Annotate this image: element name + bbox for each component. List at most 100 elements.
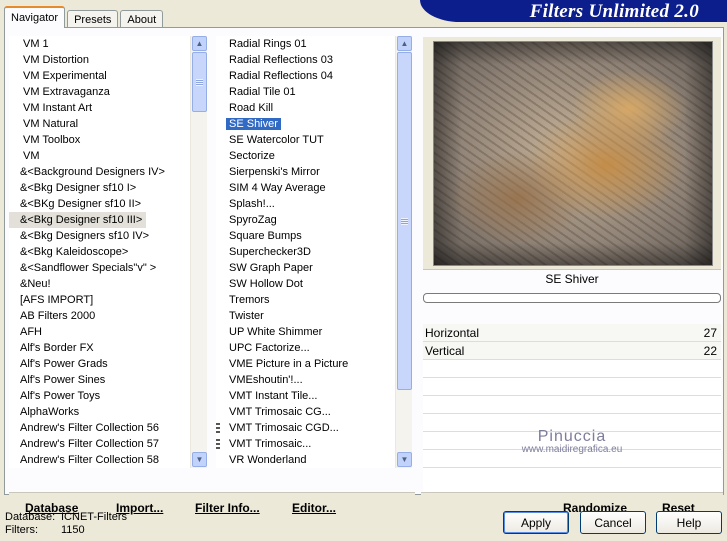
category-item[interactable]: &<Bkg Designers sf10 IV>	[9, 228, 193, 244]
filter-item-label: SIM 4 Way Average	[229, 182, 326, 194]
filter-item-label: Sectorize	[229, 150, 275, 162]
category-item[interactable]: &<BKg Designer sf10 II>	[9, 196, 193, 212]
category-item[interactable]: Alf's Border FX	[9, 340, 193, 356]
category-item[interactable]: AB Filters 2000	[9, 308, 193, 324]
filter-item[interactable]: Tremors	[216, 292, 398, 308]
category-scrollbar[interactable]: ▲ ▼	[190, 36, 207, 468]
filter-item[interactable]: Sectorize	[216, 148, 398, 164]
category-item[interactable]: Alf's Power Sines	[9, 372, 193, 388]
filter-item-label: VR Wonderland	[229, 454, 307, 466]
category-item[interactable]: &<Bkg Designer sf10 III>	[9, 212, 147, 228]
filter-item[interactable]: Radial Rings 01	[216, 36, 398, 52]
category-item[interactable]: &<Background Designers IV>	[9, 164, 193, 180]
filter-item-label: VME Picture in a Picture	[229, 358, 349, 370]
database-value: ICNET-Filters	[61, 511, 127, 523]
category-list[interactable]: VM 1 VM Distortion VM Experimental VM Extra…	[9, 36, 193, 468]
filter-item[interactable]: UPC Factorize...	[216, 340, 398, 356]
filter-item[interactable]: SE Watercolor TUT	[216, 132, 398, 148]
filter-item[interactable]: SpyroZag	[216, 212, 398, 228]
filter-item-label: VMT Trimosaic CG...	[229, 406, 331, 418]
filter-item[interactable]: Road Kill	[216, 100, 398, 116]
param-label: Horizontal	[425, 326, 480, 340]
filter-item[interactable]: Radial Reflections 04	[216, 68, 398, 84]
filter-item-label: Sierpenski's Mirror	[229, 166, 320, 178]
category-item[interactable]: &<Bkg Designer sf10 I>	[9, 180, 193, 196]
category-item[interactable]: VM Experimental	[9, 68, 193, 84]
database-label: Database:	[5, 511, 56, 523]
filter-item-label: UP White Shimmer	[229, 326, 323, 338]
filter-item[interactable]: SE Shiver	[216, 116, 398, 132]
filter-item[interactable]: Twister	[216, 308, 398, 324]
parameter-list: Horizontal 27 Vertical 22	[423, 324, 721, 492]
category-item[interactable]: VM Distortion	[9, 52, 193, 68]
category-item[interactable]: VM	[9, 148, 193, 164]
filter-item[interactable]: VMT Trimosaic...	[216, 436, 398, 452]
category-item[interactable]: AFH	[9, 324, 193, 340]
scroll-thumb[interactable]	[397, 52, 412, 390]
category-item[interactable]: Alf's Power Toys	[9, 388, 193, 404]
category-item[interactable]: VM Natural	[9, 116, 193, 132]
help-button[interactable]: Help	[656, 511, 722, 534]
tab-about[interactable]: About	[120, 10, 164, 28]
grip-icon	[216, 439, 220, 449]
category-item[interactable]: Andrew's Filter Collection 57	[9, 436, 193, 452]
scroll-down-button[interactable]: ▼	[397, 452, 412, 467]
filter-item-label: SE Shiver	[226, 118, 281, 130]
category-item[interactable]: Alf's Power Grads	[9, 356, 193, 372]
param-row-horizontal[interactable]: Horizontal 27	[423, 324, 721, 342]
category-item[interactable]: VM 1	[9, 36, 193, 52]
filter-item[interactable]: Square Bumps	[216, 228, 398, 244]
category-item[interactable]: Andrew's Filter Collection 58	[9, 452, 193, 468]
tab-navigator[interactable]: Navigator	[4, 6, 66, 28]
filter-item-label: Square Bumps	[229, 230, 302, 242]
category-item[interactable]: VM Toolbox	[9, 132, 193, 148]
grip-icon	[216, 423, 220, 433]
filter-item[interactable]: VMEshoutin'!...	[216, 372, 398, 388]
progress-bar	[423, 293, 721, 303]
param-value: 22	[703, 344, 717, 358]
filter-item-label: Radial Tile 01	[229, 86, 296, 98]
filter-item[interactable]: SW Hollow Dot	[216, 276, 398, 292]
filter-scrollbar[interactable]: ▲ ▼	[395, 36, 412, 468]
scroll-up-button[interactable]: ▲	[397, 36, 412, 51]
filter-info-button[interactable]: Filter Info...	[195, 501, 260, 515]
app-title: Filters Unlimited 2.0	[529, 1, 699, 22]
param-row-vertical[interactable]: Vertical 22	[423, 342, 721, 360]
filter-item[interactable]: VMT Trimosaic CG...	[216, 404, 398, 420]
filter-item[interactable]: Sierpenski's Mirror	[216, 164, 398, 180]
filter-item[interactable]: Radial Tile 01	[216, 84, 398, 100]
editor-button[interactable]: Editor...	[292, 501, 336, 515]
scroll-up-button[interactable]: ▲	[192, 36, 207, 51]
scroll-thumb[interactable]	[192, 52, 207, 112]
filter-list[interactable]: Radial Rings 01 Radial Reflections 03 Radi…	[216, 36, 398, 468]
filter-item-label: SW Graph Paper	[229, 262, 313, 274]
filter-item[interactable]: Radial Reflections 03	[216, 52, 398, 68]
filter-item[interactable]: UP White Shimmer	[216, 324, 398, 340]
filter-item[interactable]: SIM 4 Way Average	[216, 180, 398, 196]
tab-presets[interactable]: Presets	[67, 10, 119, 28]
filter-item[interactable]: Superchecker3D	[216, 244, 398, 260]
filter-item[interactable]: VME Picture in a Picture	[216, 356, 398, 372]
category-item[interactable]: [AFS IMPORT]	[9, 292, 193, 308]
filter-item[interactable]: VR Wonderland	[216, 452, 398, 468]
param-value: 27	[703, 326, 717, 340]
category-item[interactable]: Andrew's Filter Collection 56	[9, 420, 193, 436]
category-item[interactable]: VM Extravaganza	[9, 84, 193, 100]
apply-button[interactable]: Apply	[503, 511, 569, 534]
filter-item-label: SE Watercolor TUT	[229, 134, 324, 146]
filter-item[interactable]: SW Graph Paper	[216, 260, 398, 276]
tab-strip: Navigator Presets About	[4, 6, 165, 28]
category-item[interactable]: AlphaWorks	[9, 404, 193, 420]
scroll-down-button[interactable]: ▼	[192, 452, 207, 467]
cancel-button[interactable]: Cancel	[580, 511, 646, 534]
filter-item[interactable]: VMT Instant Tile...	[216, 388, 398, 404]
filter-item-label: VMT Trimosaic...	[229, 438, 312, 450]
filter-item[interactable]: Splash!...	[216, 196, 398, 212]
title-banner: Filters Unlimited 2.0	[420, 0, 727, 22]
category-item[interactable]: &Neu!	[9, 276, 193, 292]
category-item[interactable]: VM Instant Art	[9, 100, 193, 116]
category-item[interactable]: &<Bkg Kaleidoscope>	[9, 244, 193, 260]
filters-count: 1150	[61, 524, 85, 536]
category-item[interactable]: &<Sandflower Specials"v" >	[9, 260, 193, 276]
filter-item[interactable]: VMT Trimosaic CGD...	[216, 420, 398, 436]
